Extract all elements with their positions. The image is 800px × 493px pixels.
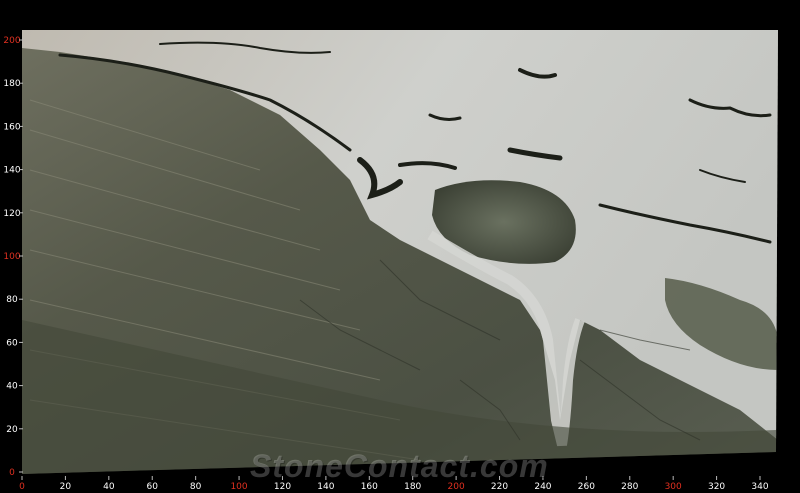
watermark-text: StoneContact.com [250,448,549,484]
ruler-left-label: 120 [3,209,20,219]
ruler-left-label: 40 [6,382,18,392]
ruler-bottom-label: 80 [190,482,202,492]
ruler-left-label: 60 [6,338,18,348]
ruler-left: 200180160140120100806040200 [3,36,23,478]
ruler-bottom-label: 280 [621,482,638,492]
ruler-bottom-label: 300 [665,482,682,492]
ruler-bottom-label: 340 [751,482,768,492]
ruler-bottom-label: 40 [103,482,115,492]
ruler-left-label: 0 [9,468,15,478]
ruler-left-label: 160 [3,122,20,132]
ruler-bottom-label: 60 [147,482,159,492]
ruler-left-label: 200 [3,36,20,46]
ruler-left-label: 140 [3,166,20,176]
ruler-left-label: 100 [3,252,20,262]
slab [22,30,778,474]
ruler-bottom-label: 320 [708,482,725,492]
slab-photo: 200180160140120100806040200 0 20 40 60 80 100… [3,30,778,492]
ruler-left-label: 80 [6,295,18,305]
ruler-bottom-label: 100 [230,482,247,492]
ruler-left-label: 20 [6,425,18,435]
ruler-bottom-label: 20 [60,482,72,492]
ruler-left-label: 180 [3,79,20,89]
ruler-bottom-label: 260 [578,482,595,492]
ruler-bottom-label: 0 [19,482,25,492]
